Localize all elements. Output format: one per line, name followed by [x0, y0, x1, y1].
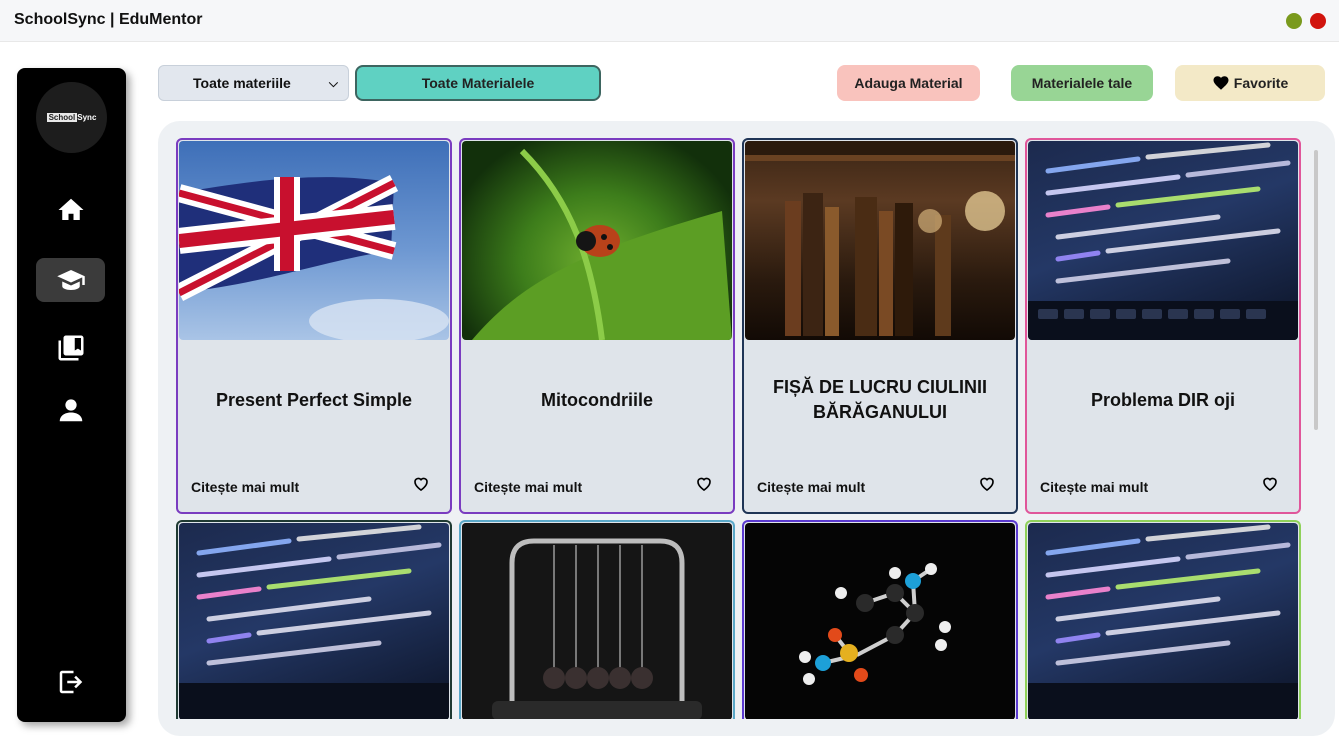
close-button[interactable]: [1310, 13, 1326, 29]
material-card[interactable]: [459, 520, 735, 719]
card-title: Present Perfect Simple: [215, 389, 413, 410]
card-image-molecule: [745, 523, 1015, 719]
read-more-link[interactable]: Citește mai mult: [474, 479, 582, 495]
all-materials-button[interactable]: Toate Materialele: [355, 65, 601, 101]
sidebar: School Sync: [17, 68, 126, 722]
home-icon: [58, 198, 83, 220]
scrollbar[interactable]: [1314, 150, 1318, 430]
favorites-button[interactable]: Favorite: [1175, 65, 1325, 101]
read-more-link[interactable]: Citește mai mult: [1040, 479, 1148, 495]
material-card[interactable]: [176, 520, 452, 719]
favorite-heart-icon[interactable]: [412, 475, 430, 493]
favorite-heart-icon[interactable]: [978, 475, 996, 493]
card-image-code: [1028, 141, 1298, 340]
card-image-uk-flag: [179, 141, 449, 340]
heart-icon: [1213, 76, 1229, 90]
sidebar-item-materials[interactable]: [36, 258, 105, 302]
read-more-link[interactable]: Citește mai mult: [191, 479, 299, 495]
app-logo: School Sync: [36, 82, 107, 153]
book-icon: [58, 335, 83, 361]
favorite-heart-icon[interactable]: [1261, 475, 1279, 493]
card-image-newtons-cradle: [462, 523, 732, 719]
sidebar-item-profile[interactable]: [36, 388, 105, 432]
card-image-books: [745, 141, 1015, 340]
window-title: SchoolSync | EduMentor: [14, 11, 203, 28]
material-card[interactable]: Problema DIR oji Citește mai mult: [1025, 138, 1301, 514]
card-image-code: [179, 523, 449, 719]
card-image-code: [1028, 523, 1298, 719]
card-title: Mitocondriile: [541, 389, 653, 410]
window-titlebar: SchoolSync | EduMentor: [0, 0, 1339, 42]
material-card[interactable]: [742, 520, 1018, 719]
my-materials-button[interactable]: Materialele tale: [1011, 65, 1153, 101]
material-card[interactable]: [1025, 520, 1301, 719]
material-card[interactable]: Mitocondriile Citește mai mult: [459, 138, 735, 514]
sidebar-item-library[interactable]: [36, 326, 105, 370]
user-icon: [59, 399, 82, 422]
logout-icon: [59, 670, 82, 694]
card-title: FIȘĂ DE LUCRU CIULINII BĂRĂGANULUI: [773, 377, 987, 422]
subject-select[interactable]: Toate materiile ⌵: [158, 65, 349, 101]
add-material-button[interactable]: Adauga Material: [837, 65, 980, 101]
graduation-cap-icon: [56, 270, 85, 290]
sidebar-item-logout[interactable]: [36, 660, 105, 704]
material-card[interactable]: FIȘĂ DE LUCRU CIULINII BĂRĂGANULUI Citeș…: [742, 138, 1018, 514]
read-more-link[interactable]: Citește mai mult: [757, 479, 865, 495]
material-card[interactable]: Present Perfect Simple Citește mai mult: [176, 138, 452, 514]
card-title: Problema DIR oji: [1090, 389, 1236, 410]
sidebar-item-home[interactable]: [36, 188, 105, 232]
minimize-button[interactable]: [1286, 13, 1302, 29]
chevron-down-icon: ⌵: [328, 76, 338, 90]
card-image-ladybug: [462, 141, 732, 340]
favorite-heart-icon[interactable]: [695, 475, 713, 493]
